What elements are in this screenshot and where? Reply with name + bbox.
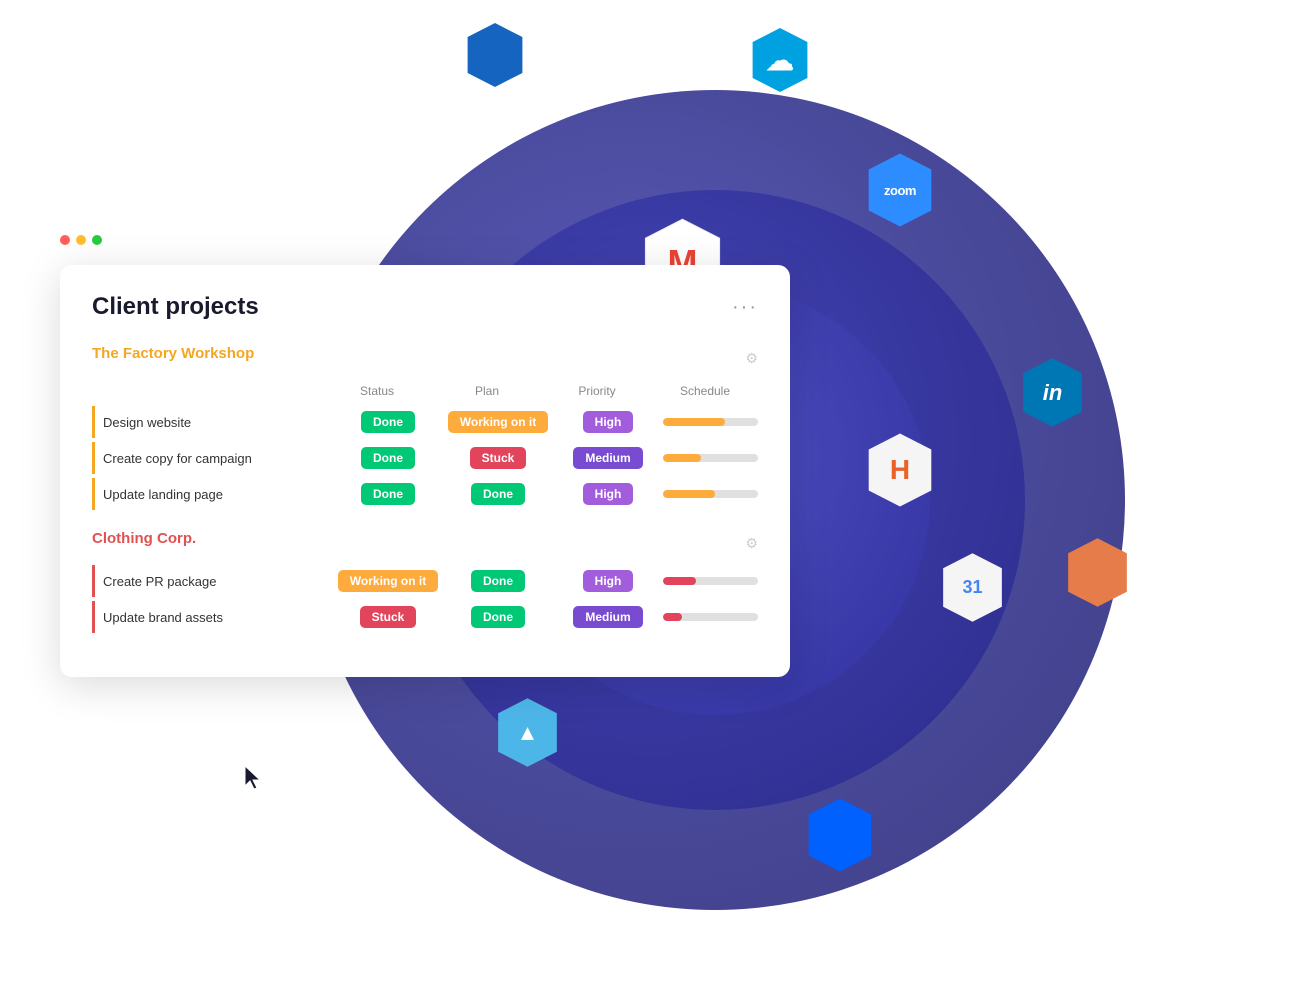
progress-track	[663, 490, 758, 498]
priority-badge: High	[583, 483, 634, 505]
mouse-cursor	[245, 766, 265, 790]
schedule-cell	[663, 418, 758, 426]
status-badge: Done	[361, 483, 415, 505]
salesforce-badge[interactable]: ☁	[745, 25, 815, 95]
toggl-badge[interactable]	[1060, 535, 1135, 610]
col-name	[92, 384, 322, 398]
schedule-cell	[663, 577, 758, 585]
client-projects-card: Client projects ··· The Factory Workshop…	[60, 265, 790, 677]
clothing-group: Clothing Corp. ⚙ Create PR package Worki…	[92, 530, 758, 633]
progress-track	[663, 454, 758, 462]
table-row: Update brand assets Stuck Done Medium	[92, 601, 758, 633]
more-options[interactable]: ···	[732, 296, 758, 319]
plan-cell[interactable]: Done	[443, 570, 553, 592]
plan-badge: Stuck	[470, 447, 527, 469]
table-row: Update landing page Done Done High	[92, 478, 758, 510]
plan-cell[interactable]: Working on it	[443, 411, 553, 433]
linkedin-badge[interactable]: in	[1015, 355, 1090, 430]
row-name: Design website	[103, 415, 333, 430]
factory-group-title: The Factory Workshop	[92, 345, 254, 362]
status-badge: Done	[361, 447, 415, 469]
priority-badge: High	[583, 570, 634, 592]
plan-badge: Done	[471, 483, 525, 505]
row-name: Create copy for campaign	[103, 451, 333, 466]
browser-chrome	[60, 235, 102, 245]
clothing-settings-icon[interactable]: ⚙	[745, 535, 758, 552]
progress-fill	[663, 577, 696, 585]
jira-badge[interactable]	[460, 20, 530, 90]
status-cell[interactable]: Done	[333, 411, 443, 433]
priority-badge: Medium	[573, 606, 642, 628]
priority-badge: High	[583, 411, 634, 433]
table-row: Create copy for campaign Done Stuck Medi…	[92, 442, 758, 474]
minimize-dot	[76, 235, 86, 245]
progress-track	[663, 418, 758, 426]
status-cell[interactable]: Stuck	[333, 606, 443, 628]
close-dot	[60, 235, 70, 245]
progress-track	[663, 613, 758, 621]
row-name: Create PR package	[103, 574, 333, 589]
col-priority: Priority	[542, 384, 652, 398]
bottom-badge[interactable]: ▲	[490, 695, 565, 770]
plan-cell[interactable]: Stuck	[443, 447, 553, 469]
progress-track	[663, 577, 758, 585]
status-badge: Done	[361, 411, 415, 433]
plan-cell[interactable]: Done	[443, 606, 553, 628]
factory-settings-icon[interactable]: ⚙	[745, 350, 758, 367]
schedule-cell	[663, 613, 758, 621]
status-badge: Stuck	[360, 606, 417, 628]
col-plan: Plan	[432, 384, 542, 398]
zoom-badge[interactable]: zoom	[860, 150, 940, 230]
row-name: Update landing page	[103, 487, 333, 502]
col-status: Status	[322, 384, 432, 398]
plan-badge: Done	[471, 570, 525, 592]
card-header: Client projects ···	[92, 293, 758, 321]
table-row: Create PR package Working on it Done Hig…	[92, 565, 758, 597]
progress-fill	[663, 613, 682, 621]
status-cell[interactable]: Done	[333, 447, 443, 469]
expand-dot	[92, 235, 102, 245]
plan-cell[interactable]: Done	[443, 483, 553, 505]
progress-fill	[663, 418, 725, 426]
status-cell[interactable]: Done	[333, 483, 443, 505]
factory-group: The Factory Workshop ⚙ Status Plan Prior…	[92, 345, 758, 510]
status-cell[interactable]: Working on it	[333, 570, 443, 592]
row-name: Update brand assets	[103, 610, 333, 625]
col-schedule: Schedule	[652, 384, 758, 398]
priority-cell[interactable]: High	[553, 411, 663, 433]
priority-cell[interactable]: High	[553, 570, 663, 592]
priority-cell[interactable]: Medium	[553, 447, 663, 469]
card-title: Client projects	[92, 293, 259, 321]
plan-badge: Working on it	[448, 411, 548, 433]
plan-badge: Done	[471, 606, 525, 628]
progress-fill	[663, 454, 701, 462]
table-row: Design website Done Working on it High	[92, 406, 758, 438]
progress-fill	[663, 490, 715, 498]
calendar-badge[interactable]: 31	[935, 550, 1010, 625]
priority-cell[interactable]: High	[553, 483, 663, 505]
schedule-cell	[663, 454, 758, 462]
status-badge: Working on it	[338, 570, 438, 592]
priority-cell[interactable]: Medium	[553, 606, 663, 628]
schedule-cell	[663, 490, 758, 498]
clothing-group-title: Clothing Corp.	[92, 530, 196, 547]
dropbox-badge[interactable]	[800, 795, 880, 875]
hubspot-badge[interactable]: H	[860, 430, 940, 510]
table-header: Status Plan Priority Schedule	[92, 380, 758, 402]
priority-badge: Medium	[573, 447, 642, 469]
